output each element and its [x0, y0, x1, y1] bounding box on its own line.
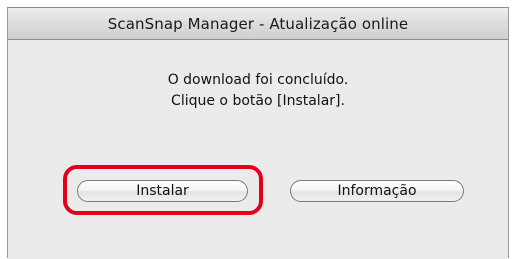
install-button[interactable]: Instalar: [77, 180, 248, 202]
message: O download foi concluído. Clique o botão…: [8, 70, 508, 112]
title-bar[interactable]: ScanSnap Manager - Atualização online: [8, 8, 508, 40]
update-dialog: ScanSnap Manager - Atualização online O …: [7, 7, 509, 259]
window-title: ScanSnap Manager - Atualização online: [107, 14, 409, 33]
message-line-1: O download foi concluído.: [167, 72, 349, 88]
information-button[interactable]: Informação: [290, 180, 464, 202]
message-line-2: Clique o botão [Instalar].: [171, 93, 345, 109]
dialog-content: O download foi concluído. Clique o botão…: [8, 40, 508, 259]
